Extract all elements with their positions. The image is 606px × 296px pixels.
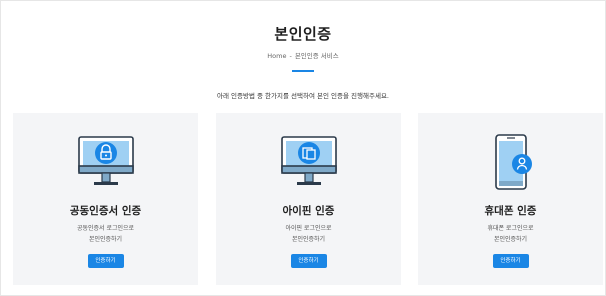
card-desc-line: 공동인증서 로그인으로 xyxy=(76,225,135,232)
card-certificate: 공동인증서 인증 공동인증서 로그인으로 본인인증하기 인증하기 xyxy=(13,113,198,285)
ipin-id-monitor-icon xyxy=(216,133,401,191)
card-desc-line: 본인인증하기 xyxy=(493,236,528,243)
card-desc-line: 아이핀 로그인으로 xyxy=(285,225,332,232)
certificate-auth-button[interactable]: 인증하기 xyxy=(87,254,124,268)
page-title: 본인인증 xyxy=(274,25,332,43)
breadcrumb-separator: - xyxy=(289,52,292,60)
breadcrumb-home[interactable]: Home xyxy=(267,52,286,60)
card-desc-line: 본인인증하기 xyxy=(88,236,123,243)
mobile-phone-user-icon xyxy=(418,133,603,191)
card-ipin: 아이핀 인증 아이핀 로그인으로 본인인증하기 인증하기 xyxy=(216,113,401,285)
breadcrumb-current: 본인인증 서비스 xyxy=(294,52,339,60)
mobile-auth-button[interactable]: 인증하기 xyxy=(492,254,529,268)
card-title: 아이핀 인증 xyxy=(282,205,335,217)
card-mobile: 휴대폰 인증 휴대폰 로그인으로 본인인증하기 인증하기 xyxy=(418,113,603,285)
card-description: 아이핀 로그인으로 본인인증하기 xyxy=(216,223,401,245)
card-description: 휴대폰 로그인으로 본인인증하기 xyxy=(418,223,603,245)
card-desc-line: 본인인증하기 xyxy=(291,236,326,243)
certificate-lock-monitor-icon xyxy=(13,133,198,191)
page-header: 본인인증 Home - 본인인증 서비스 xyxy=(1,23,605,72)
title-accent-bar xyxy=(292,70,314,72)
ipin-auth-button[interactable]: 인증하기 xyxy=(290,254,327,268)
card-title: 공동인증서 인증 xyxy=(69,205,142,217)
content-frame: 본인인증 Home - 본인인증 서비스 아래 인증방법 중 한가지를 선택하여 본… xyxy=(0,0,606,296)
intro-text: 아래 인증방법 중 한가지를 선택하여 본인 인증을 진행해주세요. xyxy=(216,92,389,100)
breadcrumb: Home - 본인인증 서비스 xyxy=(1,50,605,60)
card-title: 휴대폰 인증 xyxy=(484,205,537,217)
card-desc-line: 휴대폰 로그인으로 xyxy=(487,225,534,232)
card-description: 공동인증서 로그인으로 본인인증하기 xyxy=(13,223,198,245)
